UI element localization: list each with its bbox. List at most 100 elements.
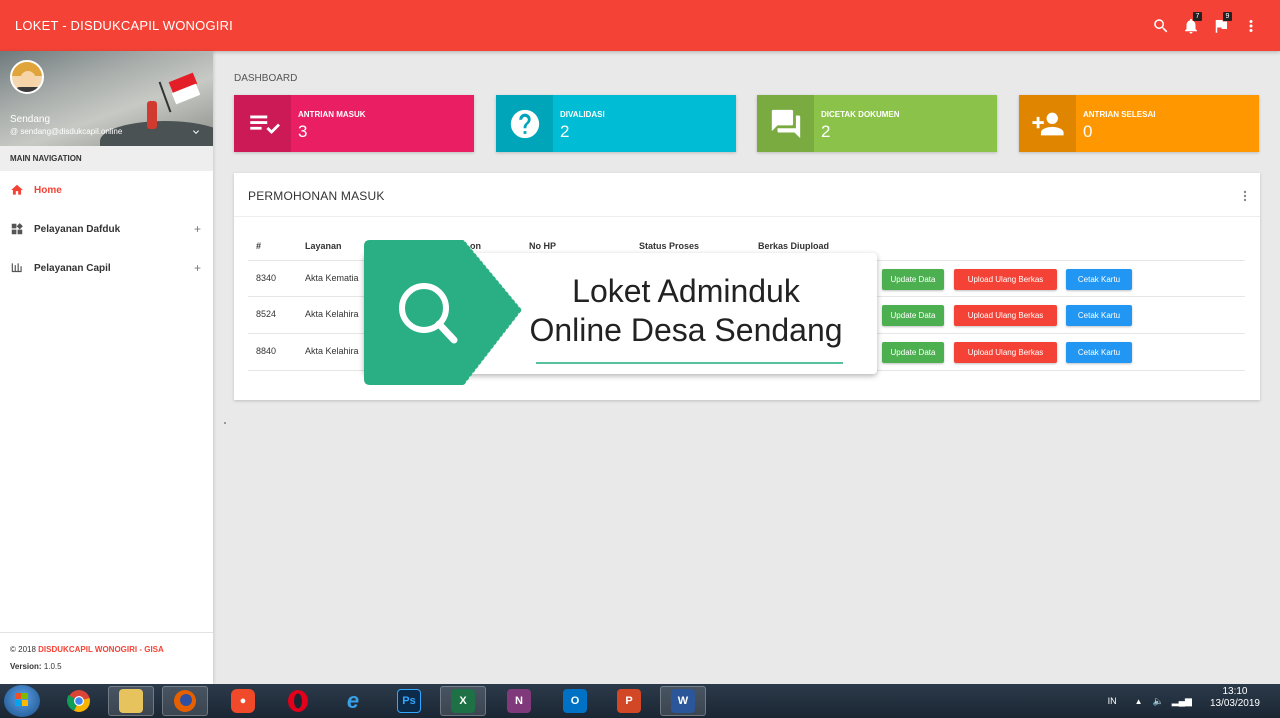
card-menu-button[interactable]: [1242, 189, 1248, 202]
upload-ulang-berkas-button[interactable]: Upload Ulang Berkas: [954, 305, 1057, 326]
sidebar-item-pelayanan-capil[interactable]: Pelayanan Capil +: [0, 249, 213, 288]
sidebar-item-label: Pelayanan Dafduk: [34, 224, 121, 235]
taskbar-photoshop[interactable]: Ps: [386, 686, 432, 716]
row-id: 8840: [256, 346, 277, 356]
system-tray: IN ▲ 🔈 ▂▄▆ 13:10 13/03/2019: [1108, 686, 1260, 710]
row-id: 8340: [256, 273, 277, 283]
app-brand[interactable]: LOKET - DISDUKCAPIL WONOGIRI: [15, 18, 233, 33]
sidebar-item-home[interactable]: Home: [0, 171, 213, 210]
notification-badge: 7: [1193, 12, 1202, 21]
taskbar-internet-explorer[interactable]: e: [330, 686, 376, 716]
taskbar-powerpoint[interactable]: P: [606, 686, 652, 716]
powerpoint-icon: P: [617, 689, 641, 713]
volume-icon[interactable]: 🔈: [1152, 696, 1163, 707]
info-box-antrian-masuk[interactable]: ANTRIAN MASUK 3: [234, 95, 474, 152]
network-signal-icon[interactable]: ▂▄▆: [1172, 696, 1192, 707]
info-box-value: 0: [1083, 122, 1093, 141]
expand-icon: +: [193, 222, 201, 236]
info-box-value: 3: [298, 122, 308, 141]
sidebar-item-label: Home: [34, 185, 62, 196]
taskbar-outlook[interactable]: O: [552, 686, 598, 716]
avatar[interactable]: [10, 60, 44, 94]
taskbar-firefox[interactable]: [162, 686, 208, 716]
taskbar-opera[interactable]: [275, 686, 321, 716]
upload-ulang-berkas-button[interactable]: Upload Ulang Berkas: [954, 269, 1057, 290]
file-explorer-icon: [119, 689, 143, 713]
column-header-id: #: [256, 241, 262, 251]
nav-header: MAIN NAVIGATION: [0, 146, 213, 171]
column-header-status: Status Proses: [639, 241, 700, 251]
row-layanan: Akta Kelahira: [305, 309, 359, 319]
info-box-divalidasi[interactable]: DIVALIDASI 2: [496, 95, 736, 152]
windows-taskbar: ● e Ps X N O P W IN ▲ 🔈 ▂▄▆ 13:10 13/03/…: [0, 684, 1280, 718]
info-box-label: DIVALIDASI: [560, 110, 605, 119]
column-header-berkas: Berkas Diupload: [758, 241, 830, 251]
taskbar-photo-app[interactable]: ●: [220, 686, 266, 716]
search-button[interactable]: [1146, 14, 1176, 38]
info-box-dicetak-dokumen[interactable]: DICETAK DOKUMEN 2: [757, 95, 997, 152]
sidebar: Sendang @ sendang@disdukcapil.online MAI…: [0, 51, 213, 684]
photo-app-icon: ●: [231, 689, 255, 713]
flag-badge: 9: [1223, 12, 1232, 21]
background-person: [147, 101, 157, 129]
word-icon: W: [671, 689, 695, 713]
chevron-down-icon: [193, 130, 199, 134]
start-button[interactable]: [4, 685, 40, 717]
language-indicator[interactable]: IN: [1108, 696, 1117, 706]
overlay-title-line1: Loket Adminduk: [572, 273, 800, 309]
more-vert-icon: [1249, 20, 1253, 32]
user-info-panel: Sendang @ sendang@disdukcapil.online: [0, 51, 213, 146]
photoshop-icon: Ps: [397, 689, 421, 713]
taskbar-chrome[interactable]: [56, 686, 102, 716]
version-info: Version: 1.0.5: [10, 662, 62, 671]
show-hidden-icons-button[interactable]: ▲: [1135, 697, 1143, 706]
footer-brand-link[interactable]: DISDUKCAPIL WONOGIRI - GISA: [38, 645, 164, 654]
forum-icon: [757, 95, 814, 152]
info-box-label: ANTRIAN SELESAI: [1083, 110, 1156, 119]
help-icon: [496, 95, 553, 152]
user-name: Sendang: [10, 114, 51, 125]
cetak-kartu-button[interactable]: Cetak Kartu: [1066, 269, 1132, 290]
row-id: 8524: [256, 309, 277, 319]
taskbar-word[interactable]: W: [660, 686, 706, 716]
user-email: @ sendang@disdukcapil.online: [10, 127, 123, 136]
outlook-icon: O: [563, 689, 587, 713]
clock-time: 13:10: [1222, 686, 1248, 697]
stray-dot: [224, 422, 226, 424]
sidebar-item-pelayanan-dafduk[interactable]: Pelayanan Dafduk +: [0, 210, 213, 249]
taskbar-onenote[interactable]: N: [496, 686, 542, 716]
column-header-layanan: Layanan: [305, 241, 342, 251]
taskbar-excel[interactable]: X: [440, 686, 486, 716]
info-box-antrian-selesai[interactable]: ANTRIAN SELESAI 0: [1019, 95, 1259, 152]
info-box-value: 2: [821, 122, 831, 141]
upload-ulang-berkas-button[interactable]: Upload Ulang Berkas: [954, 342, 1057, 363]
row-layanan: Akta Kematia: [305, 273, 359, 283]
top-navbar: LOKET - DISDUKCAPIL WONOGIRI 7 9: [0, 0, 1280, 51]
info-box-value: 2: [560, 122, 570, 141]
widgets-icon: [10, 222, 26, 238]
opera-icon: [288, 690, 308, 712]
taskbar-file-explorer[interactable]: [108, 686, 154, 716]
overlay-underline: [536, 362, 843, 364]
tasks-button[interactable]: 9: [1206, 12, 1236, 38]
search-icon: [1154, 19, 1168, 33]
overlay-title-line2: Online Desa Sendang: [529, 312, 843, 348]
onenote-icon: N: [507, 689, 531, 713]
info-box-label: ANTRIAN MASUK: [298, 110, 366, 119]
person-add-icon: [1019, 95, 1076, 152]
home-icon: [10, 183, 26, 199]
clock[interactable]: 13:10 13/03/2019: [1210, 686, 1260, 710]
clock-date: 13/03/2019: [1209, 698, 1260, 709]
cetak-kartu-button[interactable]: Cetak Kartu: [1066, 342, 1132, 363]
sidebar-footer: © 2018 DISDUKCAPIL WONOGIRI - GISA Versi…: [0, 632, 213, 684]
more-menu-button[interactable]: [1236, 14, 1266, 38]
notifications-button[interactable]: 7: [1176, 12, 1206, 38]
excel-icon: X: [451, 689, 475, 713]
copyright: © 2018 DISDUKCAPIL WONOGIRI - GISA: [10, 645, 164, 654]
playlist-check-icon: [234, 95, 291, 152]
user-menu-toggle[interactable]: [190, 125, 202, 137]
row-layanan: Akta Kelahira: [305, 346, 359, 356]
cetak-kartu-button[interactable]: Cetak Kartu: [1066, 305, 1132, 326]
sidebar-item-label: Pelayanan Capil: [34, 263, 111, 274]
timeline-icon: [10, 261, 26, 277]
